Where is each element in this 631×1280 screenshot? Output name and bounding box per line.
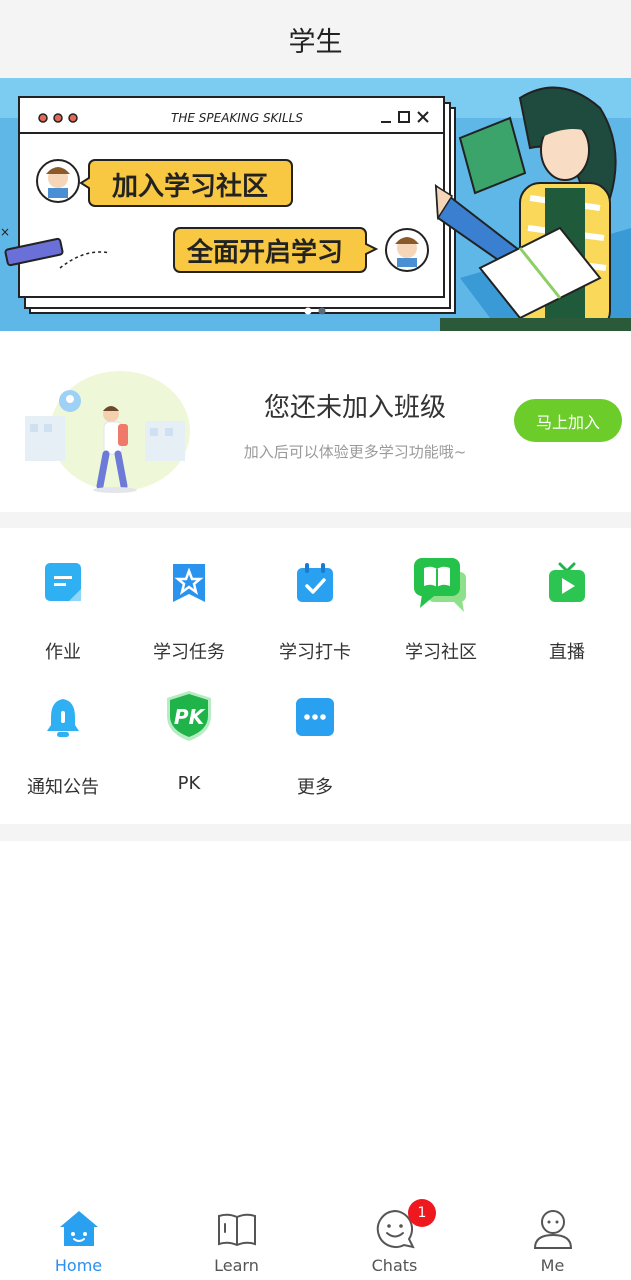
tab-me[interactable]: Me xyxy=(474,1196,631,1280)
pk-shield-icon: PK xyxy=(167,691,211,741)
feature-live[interactable]: 直播 xyxy=(504,528,630,663)
community-chat-icon xyxy=(414,558,466,612)
homework-icon xyxy=(45,563,81,601)
feature-homework[interactable]: 作业 xyxy=(0,528,126,663)
feature-label: 学习打卡 xyxy=(279,642,351,663)
svg-text:×: × xyxy=(0,225,10,239)
feature-label: 更多 xyxy=(297,777,333,798)
tab-chats[interactable]: Chats xyxy=(316,1196,473,1280)
tab-home[interactable]: Home xyxy=(0,1196,157,1280)
tab-label: Me xyxy=(540,1256,565,1275)
carousel-dot-2[interactable] xyxy=(318,307,326,315)
home-icon xyxy=(60,1211,98,1246)
feature-learning-task[interactable]: 学习任务 xyxy=(126,528,252,663)
banner-bubble-1: 加入学习社区 xyxy=(112,171,268,202)
feature-notice[interactable]: 通知公告 xyxy=(0,663,126,798)
feature-more[interactable]: 更多 xyxy=(252,663,378,798)
more-icon xyxy=(296,698,334,736)
banner-bubble-2: 全面开启学习 xyxy=(186,237,343,268)
carousel-dot-1[interactable] xyxy=(304,307,312,315)
user-icon xyxy=(533,1210,573,1249)
join-now-button[interactable]: 马上加入 xyxy=(514,399,622,442)
top-bar: 学生 xyxy=(0,0,631,78)
banner-carousel[interactable]: THE SPEAKING SKILLS 加入学习社区 全面开启学习 × xyxy=(0,78,631,331)
feature-label: 学习任务 xyxy=(153,642,225,663)
bell-icon xyxy=(47,699,79,737)
join-class-card: 您还未加入班级 加入后可以体验更多学习功能哦~ 马上加入 xyxy=(0,331,631,512)
feature-pk[interactable]: PK PK xyxy=(126,663,252,794)
bottom-tab-bar: Home Learn Chats Me xyxy=(0,1196,631,1280)
section-divider xyxy=(0,824,631,841)
book-icon xyxy=(218,1213,256,1247)
tab-label: Learn xyxy=(214,1256,259,1275)
feature-label: 直播 xyxy=(549,642,585,663)
live-tv-icon xyxy=(549,562,585,602)
tab-label: Chats xyxy=(371,1256,418,1275)
tab-label: Home xyxy=(54,1256,103,1275)
promo-title: 您还未加入班级 xyxy=(263,393,446,423)
calendar-check-icon xyxy=(297,563,333,602)
banner-illustration: THE SPEAKING SKILLS 加入学习社区 全面开启学习 × xyxy=(0,78,631,331)
page-title: 学生 xyxy=(288,26,343,58)
feature-checkin[interactable]: 学习打卡 xyxy=(252,528,378,663)
feature-label: PK xyxy=(177,773,201,794)
chats-unread-badge: 1 xyxy=(408,1199,436,1227)
task-star-icon xyxy=(173,564,205,602)
feature-grid: 作业 学习任务 学习打卡 学习社区 直播 通知公告 PK PK 更多 xyxy=(0,528,631,824)
svg-text:PK: PK xyxy=(174,705,206,729)
section-divider xyxy=(0,512,631,528)
feature-label: 作业 xyxy=(45,642,81,663)
tab-learn[interactable]: Learn xyxy=(158,1196,315,1280)
feature-label: 通知公告 xyxy=(27,777,99,798)
banner-window-title: THE SPEAKING SKILLS xyxy=(171,111,303,125)
promo-subtitle: 加入后可以体验更多学习功能哦~ xyxy=(243,443,467,461)
feature-community[interactable]: 学习社区 xyxy=(378,528,504,663)
feature-label: 学习社区 xyxy=(405,642,477,663)
student-illustration xyxy=(25,371,190,493)
